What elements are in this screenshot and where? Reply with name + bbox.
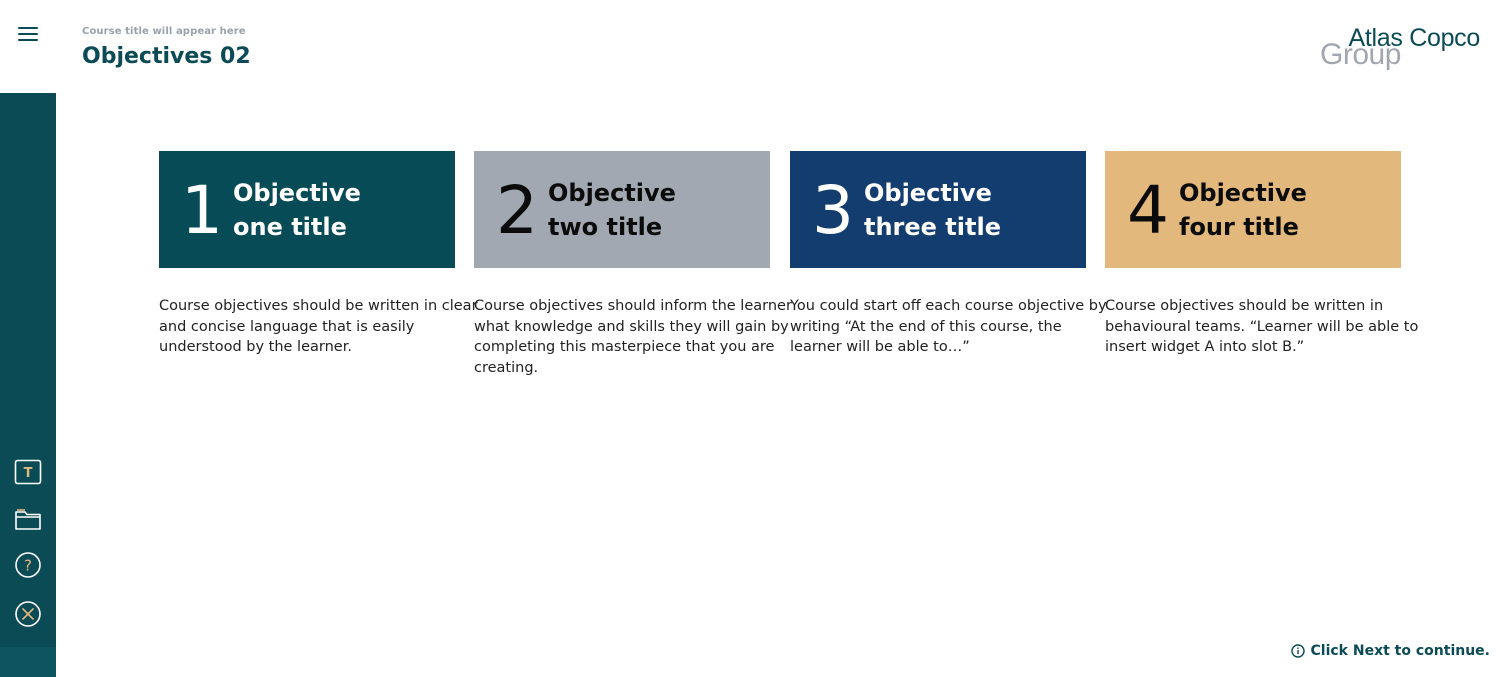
objective-title-line1: Objective <box>233 178 361 207</box>
objective-number: 4 <box>1127 171 1169 249</box>
continue-hint-text: Click Next to continue. <box>1310 643 1490 659</box>
help-button[interactable]: ? <box>14 551 42 579</box>
sidebar-footer <box>0 647 56 677</box>
objective-3: 3 Objective three title You could start … <box>790 151 1107 358</box>
objective-description: Course objectives should inform the lear… <box>474 298 792 376</box>
text-tool-button[interactable]: T <box>14 458 42 486</box>
objective-title-line2: one title <box>233 212 347 241</box>
objective-title: Objective four title <box>1179 176 1307 244</box>
objective-card: 2 Objective two title <box>474 151 770 268</box>
objective-2: 2 Objective two title Course objectives … <box>474 151 792 378</box>
objective-4: 4 Objective four title Course objectives… <box>1105 151 1418 358</box>
course-title: Course title will appear here <box>82 26 246 37</box>
objective-title: Objective two title <box>548 176 676 244</box>
objective-description: You could start off each course objectiv… <box>790 298 1107 355</box>
objective-title-line2: two title <box>548 212 663 241</box>
objective-number: 1 <box>181 171 223 249</box>
objective-title-line1: Objective <box>548 178 676 207</box>
logo-brand-text: Atlas Copco <box>1348 24 1481 52</box>
objective-title-line1: Objective <box>1179 178 1307 207</box>
continue-hint: Click Next to continue. <box>1290 643 1490 659</box>
sidebar: T ? <box>0 93 56 677</box>
objective-1: 1 Objective one title Course objectives … <box>159 151 478 358</box>
hamburger-icon <box>18 26 38 42</box>
info-icon <box>1290 644 1305 658</box>
objective-description: Course objectives should be written in b… <box>1105 298 1419 355</box>
svg-text:?: ? <box>24 557 32 575</box>
objective-title: Objective one title <box>233 176 361 244</box>
objective-card: 4 Objective four title <box>1105 151 1401 268</box>
resources-button[interactable] <box>14 505 42 533</box>
objective-title-line1: Objective <box>864 178 992 207</box>
objective-title: Objective three title <box>864 176 1001 244</box>
objective-title-line2: three title <box>864 212 1001 241</box>
objective-number: 3 <box>812 171 854 249</box>
company-logo: Group Atlas Copco <box>1320 24 1480 76</box>
folder-icon <box>15 509 41 530</box>
objective-description: Course objectives should be written in c… <box>159 298 478 355</box>
text-icon: T <box>14 459 42 485</box>
objectives-grid: 1 Objective one title Course objectives … <box>159 151 1418 391</box>
exit-button[interactable] <box>14 600 42 628</box>
menu-button[interactable] <box>0 0 56 92</box>
close-icon <box>15 601 41 627</box>
objective-number: 2 <box>496 171 538 249</box>
objective-card: 1 Objective one title <box>159 151 455 268</box>
svg-text:T: T <box>24 466 33 481</box>
objective-card: 3 Objective three title <box>790 151 1086 268</box>
page-title: Objectives 02 <box>82 44 251 69</box>
objective-title-line2: four title <box>1179 212 1299 241</box>
help-icon: ? <box>15 552 41 578</box>
